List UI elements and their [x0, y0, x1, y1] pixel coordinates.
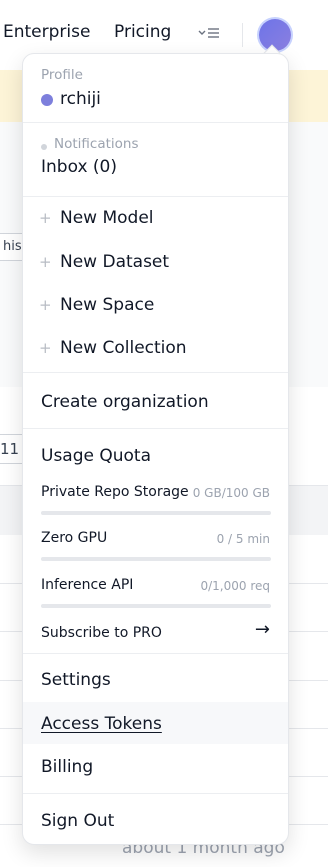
create-organization-link[interactable]: Create organization — [41, 392, 209, 412]
menu-separator — [23, 372, 288, 373]
menu-separator — [23, 196, 288, 197]
quota-zerogpu-value: 0 / 5 min — [216, 532, 270, 546]
notifications-label: Notifications — [54, 136, 139, 152]
new-space-link[interactable]: New Space — [60, 295, 154, 315]
quota-inference-label: Inference API — [41, 577, 134, 593]
profile-label: Profile — [41, 67, 83, 83]
quota-inference-bar — [41, 604, 271, 608]
new-model-link[interactable]: New Model — [60, 208, 154, 228]
quota-storage-value: 0 GB/100 GB — [192, 486, 270, 500]
menu-separator — [23, 428, 288, 429]
usage-quota-title: Usage Quota — [41, 446, 152, 466]
menu-separator — [23, 793, 288, 794]
quota-storage-bar — [41, 511, 271, 515]
menu-separator — [23, 653, 288, 654]
menu-separator — [23, 122, 288, 123]
more-menu-button[interactable] — [198, 26, 220, 40]
notification-dot-icon — [41, 144, 47, 150]
access-tokens-link[interactable]: Access Tokens — [41, 714, 162, 734]
user-avatar-button[interactable] — [259, 19, 291, 51]
nav-enterprise-link[interactable]: Enterprise — [3, 22, 90, 42]
plus-icon: + — [39, 209, 52, 227]
settings-link[interactable]: Settings — [41, 670, 111, 690]
chevron-list-icon — [198, 28, 219, 38]
user-avatar-icon — [41, 94, 53, 106]
plus-icon: + — [39, 339, 52, 357]
quota-zerogpu-bar — [41, 557, 271, 561]
billing-link[interactable]: Billing — [41, 757, 93, 777]
sign-out-link[interactable]: Sign Out — [41, 811, 114, 831]
arrow-right-icon: → — [254, 619, 270, 640]
subscribe-pro-link[interactable]: Subscribe to PRO — [41, 625, 162, 641]
new-collection-link[interactable]: New Collection — [60, 338, 187, 358]
user-dropdown-menu: Profile rchiji Notifications Inbox (0) +… — [22, 53, 289, 845]
new-dataset-link[interactable]: New Dataset — [60, 252, 169, 272]
inbox-link[interactable]: Inbox (0) — [41, 157, 117, 177]
nav-divider — [242, 23, 243, 47]
plus-icon: + — [39, 296, 52, 314]
quota-storage-label: Private Repo Storage — [41, 484, 189, 500]
quota-zerogpu-label: Zero GPU — [41, 530, 108, 546]
nav-pricing-link[interactable]: Pricing — [114, 22, 171, 42]
profile-username[interactable]: rchiji — [60, 89, 101, 109]
plus-icon: + — [39, 253, 52, 271]
quota-inference-value: 0/1,000 req — [200, 579, 270, 593]
